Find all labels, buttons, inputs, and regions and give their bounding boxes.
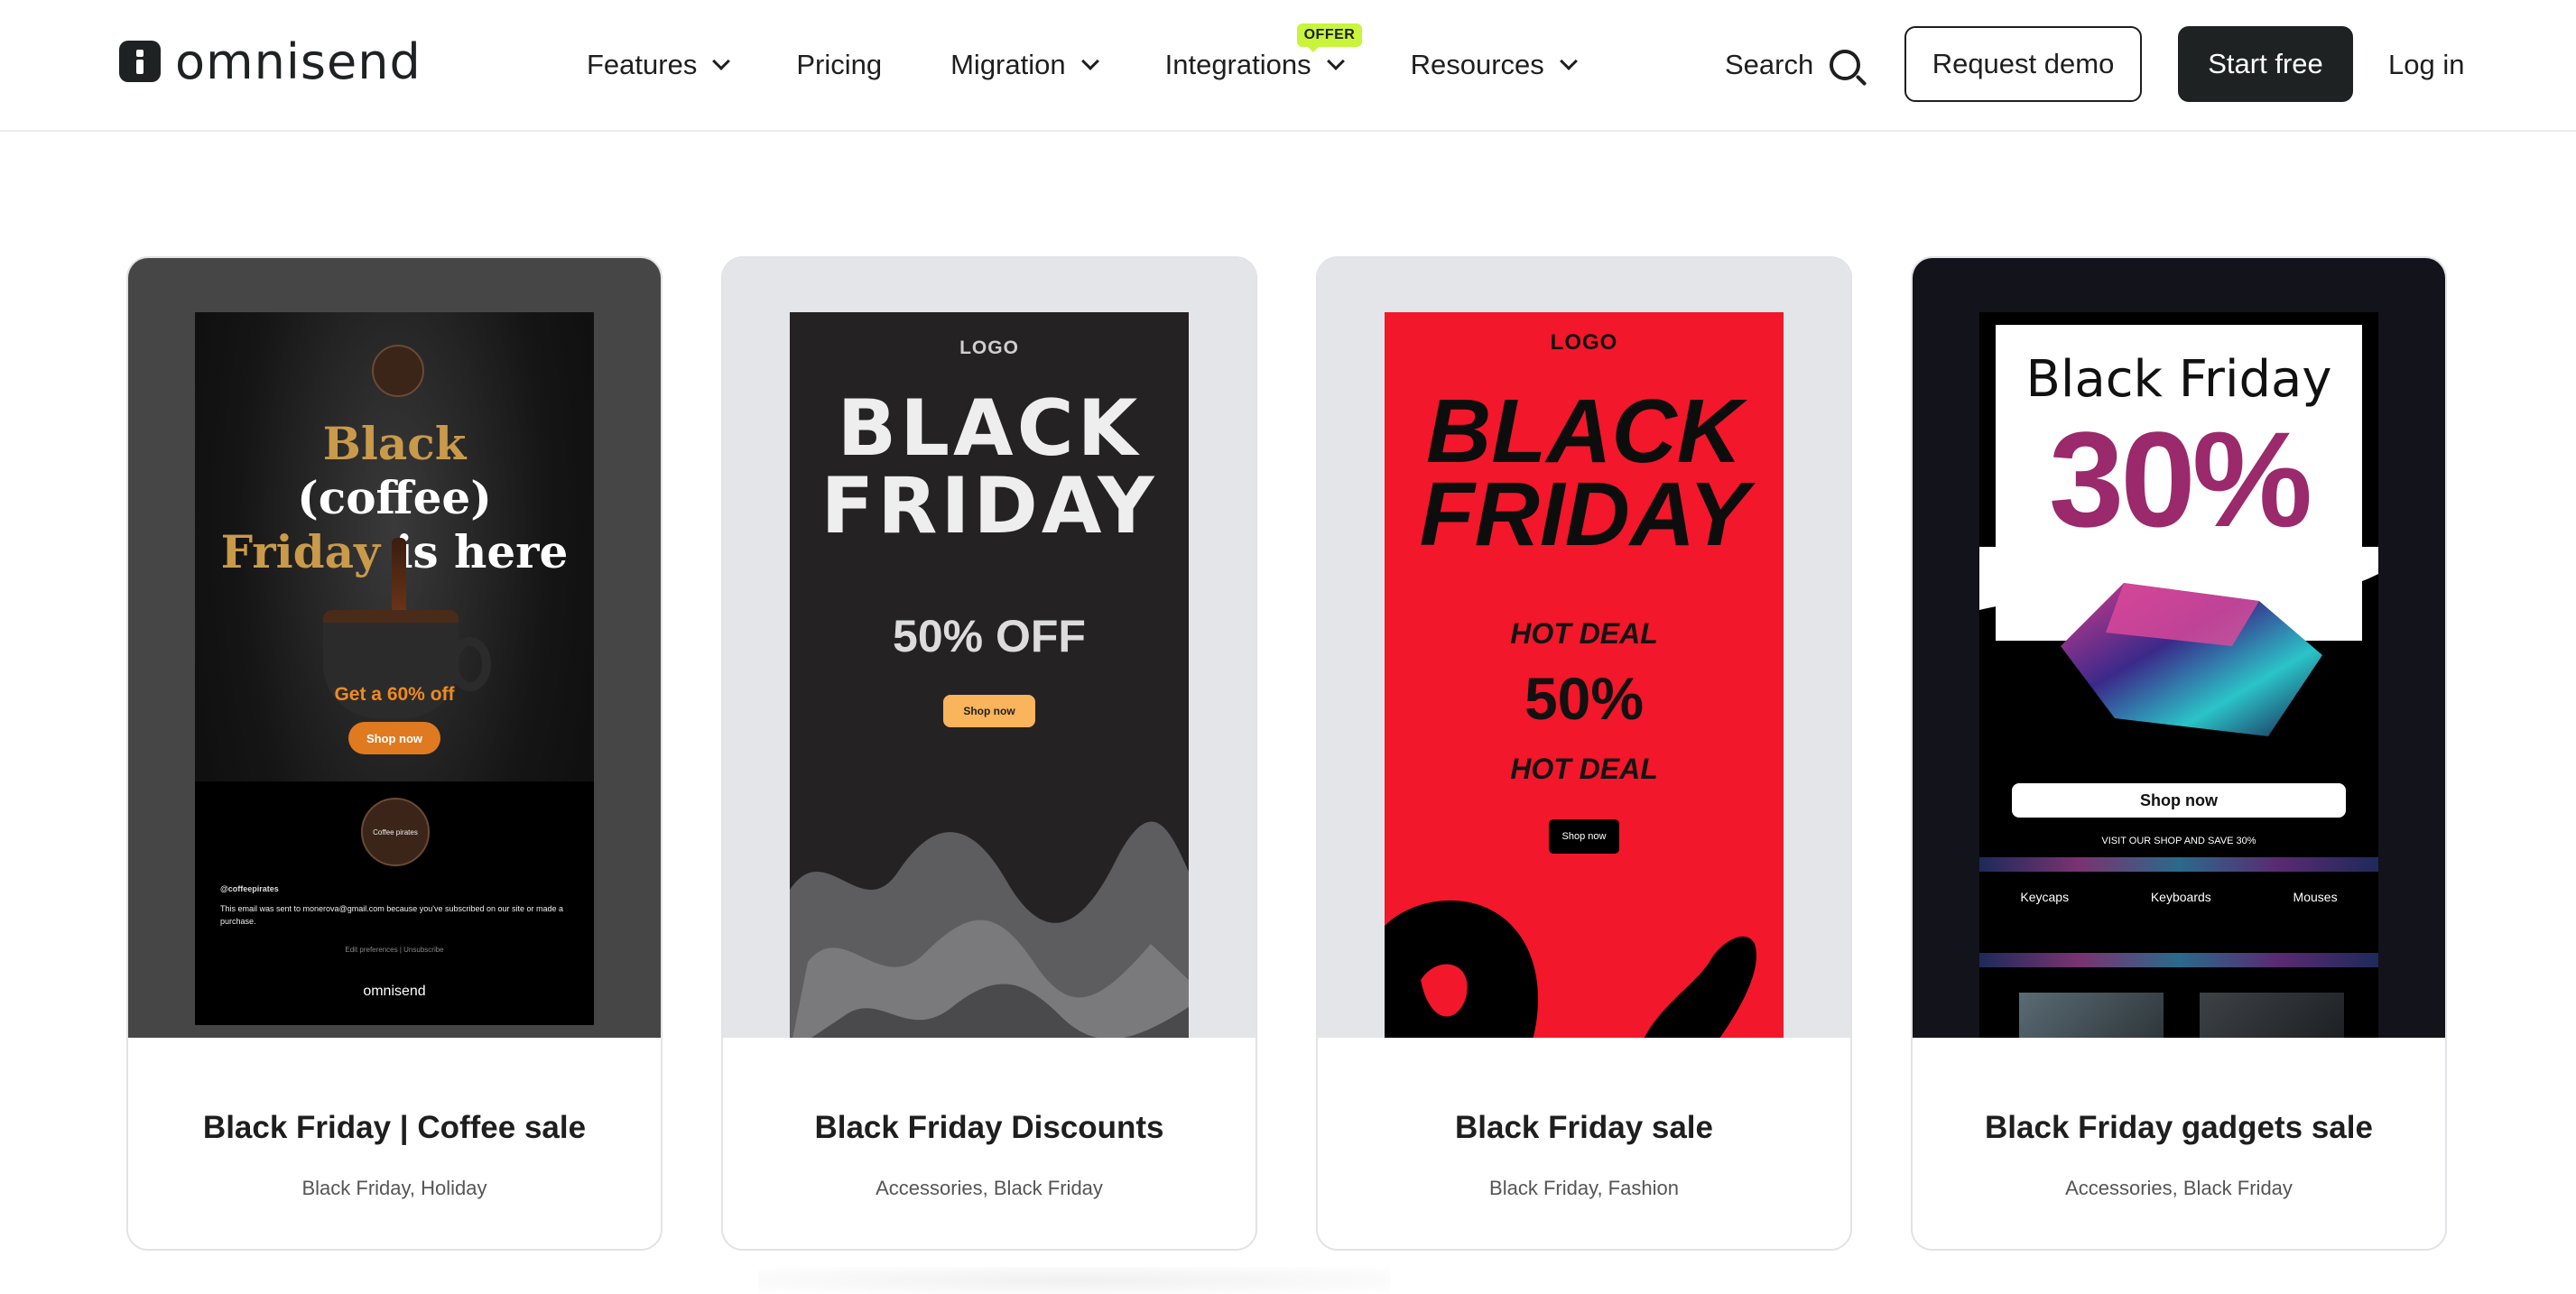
preview-headline: Black Friday (2025, 350, 2332, 409)
preview-headline: FRIDAY (820, 461, 1158, 551)
email-preview: Black (coffee) Friday is here Get a 60% … (195, 312, 594, 1025)
chevron-down-icon (1080, 52, 1099, 70)
preview-note: This email was sent to monerova@gmail.co… (220, 904, 564, 926)
card-tags: Black Friday, Fashion (1489, 1177, 1679, 1199)
email-preview: LOGO BLACK FRIDAY 50% OFF Shop now (790, 312, 1189, 1038)
decorative-strip (1979, 857, 2378, 872)
preview-prefs: Edit preferences | Unsubscribe (345, 946, 444, 954)
login-link[interactable]: Log in (2388, 40, 2464, 90)
template-preview: Black Friday 30% Shop now VISIT OUR SHOP… (1913, 258, 2445, 1038)
preview-categories: Keycaps Keyboards Mouses (1979, 890, 2378, 904)
offer-badge: OFFER (1296, 23, 1363, 52)
card-meta: Black Friday gadgets sale Accessories, B… (1913, 1038, 2445, 1249)
email-preview: LOGO BLACK FRIDAY HOT DEAL 50% HOT DEAL … (1385, 312, 1784, 1038)
search-label: Search (1725, 49, 1814, 80)
template-preview: Black (coffee) Friday is here Get a 60% … (128, 258, 661, 1038)
preview-hot-deal: HOT DEAL (1510, 617, 1658, 650)
card-title: Black Friday | Coffee sale (202, 1110, 587, 1145)
preview-headline-part: is here (380, 525, 569, 578)
search-icon (1830, 50, 1861, 80)
card-title: Black Friday gadgets sale (1985, 1110, 2373, 1145)
email-preview: Black Friday 30% Shop now VISIT OUR SHOP… (1979, 312, 2378, 1038)
omnisend-logo-icon (119, 41, 161, 82)
card-meta: Black Friday | Coffee sale Black Friday,… (128, 1038, 661, 1249)
preview-category: Mouses (2293, 890, 2338, 904)
coffee-cup-handle (449, 637, 491, 691)
nav-item-label: Pricing (796, 49, 883, 80)
preview-logo: LOGO (1550, 330, 1618, 355)
template-preview: LOGO BLACK FRIDAY HOT DEAL 50% HOT DEAL … (1318, 258, 1850, 1038)
preview-headline: BLACK (1426, 381, 1742, 482)
card-tags: Accessories, Black Friday (2065, 1177, 2293, 1199)
site-header: omnisend Features Pricing Migration OFFE… (0, 0, 2576, 132)
card-tags: Accessories, Black Friday (876, 1177, 1103, 1199)
preview-shop-button: Shop now (348, 722, 440, 754)
swirl-pattern-image (790, 821, 1189, 1038)
preview-headline: BLACK (837, 384, 1142, 474)
keycap-image (1979, 547, 2378, 736)
preview-logo: LOGO (959, 337, 1019, 358)
email-footer: Coffee pirates @coffeepirates This email… (195, 781, 594, 1025)
coffee-badge-icon: Coffee pirates (361, 798, 430, 866)
preview-brand: omnisend (363, 984, 426, 999)
preview-percent: 50% (1524, 665, 1645, 732)
search-button[interactable]: Search (1725, 40, 1861, 90)
decorative-strip (1979, 953, 2378, 967)
card-meta: Black Friday sale Black Friday, Fashion (1318, 1038, 1850, 1249)
nav-item-migration[interactable]: Migration (950, 49, 1099, 81)
preview-headline: FRIDAY (1419, 464, 1749, 565)
chevron-down-icon (1559, 52, 1578, 70)
nav-item-features[interactable]: Features (587, 49, 731, 81)
preview-category: Keycaps (2020, 890, 2070, 904)
start-free-button[interactable]: Start free (2178, 26, 2353, 102)
black-shapes-image (1385, 900, 1756, 1038)
coffee-badge-icon (372, 345, 424, 397)
nav-item-pricing[interactable]: Pricing (796, 49, 882, 81)
card-meta: Black Friday Discounts Accessories, Blac… (723, 1038, 1256, 1249)
preview-category: Keyboards (2150, 890, 2211, 904)
product-thumbnail (2019, 993, 2164, 1038)
main-nav: Features Pricing Migration OFFER Integra… (587, 23, 1644, 90)
preview-percent: 30% (2048, 403, 2312, 555)
preview-hot-deal: HOT DEAL (1510, 753, 1658, 785)
preview-shop-button: Shop now (2012, 783, 2346, 818)
preview-headline-part: Friday (220, 525, 381, 578)
scroll-shadow (758, 1267, 1390, 1294)
preview-offer: Get a 60% off (334, 684, 455, 705)
preview-handle: @coffeepirates (220, 884, 279, 893)
card-title: Black Friday sale (1455, 1110, 1713, 1145)
logo-text: omnisend (175, 32, 422, 90)
request-demo-button[interactable]: Request demo (1904, 26, 2142, 102)
nav-item-label: Resources (1410, 49, 1544, 80)
chevron-down-icon (712, 52, 731, 70)
product-thumbnail (2200, 993, 2344, 1038)
nav-item-label: Features (587, 49, 698, 80)
template-preview: LOGO BLACK FRIDAY 50% OFF Shop now (723, 258, 1256, 1038)
preview-offer: 50% OFF (893, 611, 1086, 661)
omnisend-logo[interactable]: omnisend (119, 32, 422, 90)
template-card-discounts[interactable]: LOGO BLACK FRIDAY 50% OFF Shop now Black… (721, 256, 1257, 1251)
nav-item-label: Migration (950, 49, 1066, 80)
preview-headline: (coffee) (297, 471, 492, 524)
template-card-coffee[interactable]: Black (coffee) Friday is here Get a 60% … (126, 256, 663, 1251)
nav-item-label: Integrations (1164, 49, 1311, 80)
chevron-down-icon (1326, 52, 1345, 70)
preview-headline: Black (322, 417, 467, 470)
preview-shop-button: Shop now (943, 695, 1035, 727)
nav-item-integrations[interactable]: OFFER Integrations (1164, 23, 1363, 81)
card-title: Black Friday Discounts (814, 1110, 1164, 1145)
template-card-gadgets[interactable]: Black Friday 30% Shop now VISIT OUR SHOP… (1911, 256, 2447, 1251)
nav-item-resources[interactable]: Resources (1410, 49, 1578, 81)
card-tags: Black Friday, Holiday (301, 1177, 487, 1199)
template-card-red-sale[interactable]: LOGO BLACK FRIDAY HOT DEAL 50% HOT DEAL … (1316, 256, 1852, 1251)
preview-visit: VISIT OUR SHOP AND SAVE 30% (2101, 836, 2256, 846)
preview-shop-button: Shop now (1549, 819, 1619, 854)
